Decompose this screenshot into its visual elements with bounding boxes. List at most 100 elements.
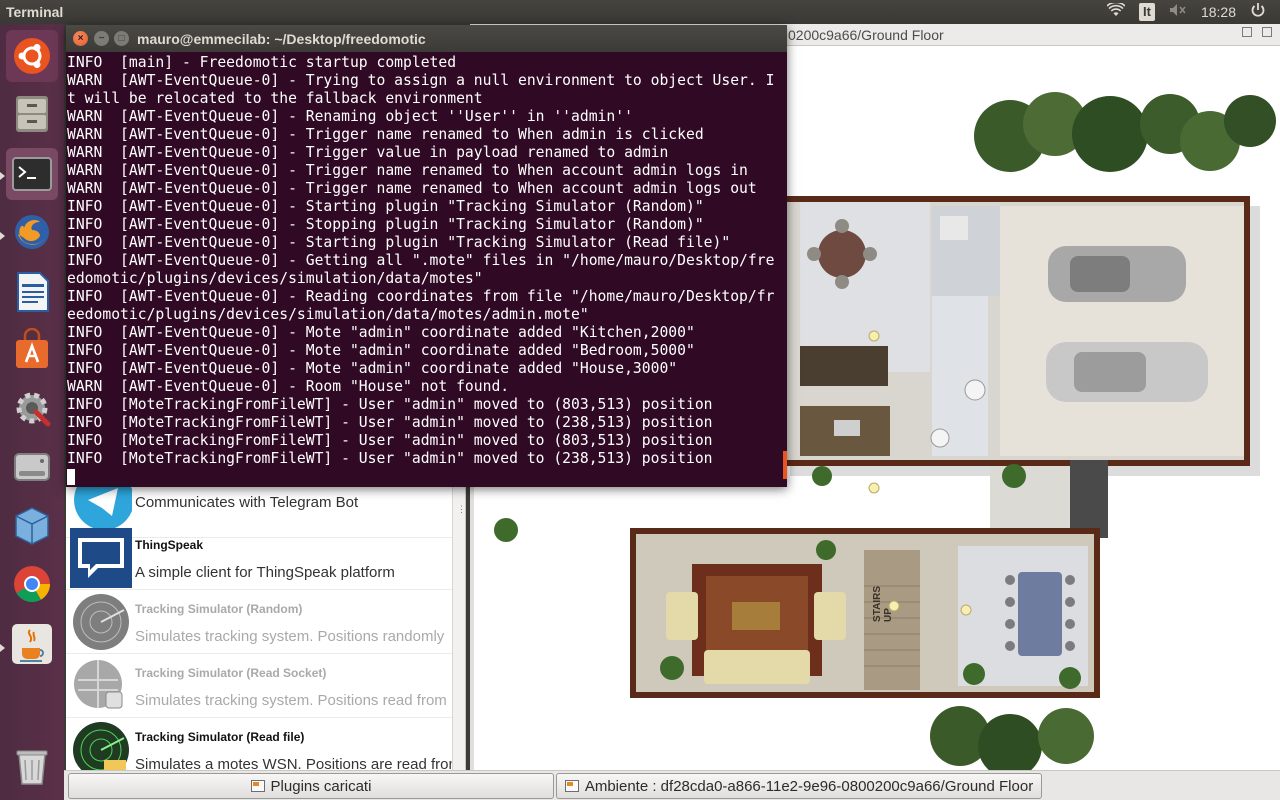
launcher-terminal-button[interactable]	[6, 148, 58, 200]
minimize-button[interactable]: −	[94, 31, 109, 46]
terminal-line: WARN [AWT-EventQueue-0] - Trigger name r…	[67, 126, 704, 143]
firefox-icon	[15, 215, 49, 249]
active-app-title: Terminal	[6, 4, 64, 20]
plugin-row-tracking-random[interactable]: Tracking Simulator (Random) Simulates tr…	[66, 590, 452, 654]
launcher-virtualbox-button[interactable]	[6, 500, 58, 552]
java-cup-icon	[12, 624, 52, 664]
terminal-line: WARN [AWT-EventQueue-0] - Trigger value …	[67, 144, 669, 161]
environment-label: Ambiente : df28cda0-a866-11e2-9e96-08002…	[584, 777, 1034, 795]
trees-bottom	[930, 706, 1094, 778]
terminal-line: WARN [AWT-EventQueue-0] - Room "House" n…	[67, 378, 510, 395]
running-indicator	[0, 232, 5, 240]
terminal-line: INFO [AWT-EventQueue-0] - Mote "admin" c…	[67, 360, 678, 377]
gear-wrench-icon	[16, 392, 51, 427]
text-cursor	[67, 469, 75, 485]
environment-window-title: 0200c9a66/Ground Floor	[788, 27, 944, 43]
terminal-line: INFO [AWT-EventQueue-0] - Starting plugi…	[67, 234, 731, 251]
thingspeak-icon	[70, 528, 132, 588]
terminal-line: INFO [MoteTrackingFromFileWT] - User "ad…	[67, 396, 713, 413]
file-cabinet-icon	[16, 96, 48, 132]
terminal-line: INFO [AWT-EventQueue-0] - Getting all ".…	[67, 252, 775, 269]
terminal-line: WARN [AWT-EventQueue-0] - Trying to assi…	[67, 72, 775, 89]
terminal-line: edomotic/plugins/devices/simulation/data…	[67, 270, 483, 287]
globe-plug-icon	[70, 656, 132, 716]
terminal-line: INFO [main] - Freedomotic startup comple…	[67, 54, 457, 71]
running-indicator	[0, 644, 5, 652]
terminal-output[interactable]: INFO [main] - Freedomotic startup comple…	[66, 54, 787, 486]
launcher-firefox-button[interactable]	[6, 206, 58, 258]
plugin-description: Simulates tracking system. Positions ran…	[135, 628, 445, 645]
running-indicator	[0, 172, 5, 180]
plugin-row-tracking-socket[interactable]: Tracking Simulator (Read Socket) Simulat…	[66, 654, 452, 718]
maximize-button[interactable]	[1262, 27, 1272, 37]
terminal-line: WARN [AWT-EventQueue-0] - Trigger name r…	[67, 180, 757, 197]
wifi-icon[interactable]	[1106, 1, 1126, 21]
terminal-prompt-line[interactable]	[67, 468, 787, 486]
chrome-icon	[14, 566, 51, 603]
terminal-line: INFO [AWT-EventQueue-0] - Stopping plugi…	[67, 216, 704, 233]
radar-icon	[70, 592, 132, 652]
maximize-button[interactable]: □	[114, 31, 129, 46]
hard-disk-icon	[14, 453, 50, 481]
plugin-name: Tracking Simulator (Read Socket)	[135, 666, 327, 680]
terminal-line: eedomotic/plugins/devices/simulation/dat…	[67, 306, 589, 323]
terminal-titlebar[interactable]: × − □ mauro@emmecilab: ~/Desktop/freedom…	[66, 25, 787, 52]
plugin-description: A simple client for ThingSpeak platform	[135, 564, 395, 581]
terminal-line: INFO [AWT-EventQueue-0] - Reading coordi…	[67, 288, 775, 305]
environment-button[interactable]: Ambiente : df28cda0-a866-11e2-9e96-08002…	[556, 773, 1042, 799]
terminal-line: t will be relocated to the fallback envi…	[67, 90, 483, 107]
plugin-description: Simulates tracking system. Positions rea…	[135, 692, 447, 709]
keyboard-layout-indicator[interactable]: It	[1139, 3, 1155, 21]
scrollbar-grip[interactable]: ⋮	[457, 504, 465, 520]
launcher-files-button[interactable]	[6, 88, 58, 140]
window-controls	[1242, 27, 1272, 37]
terminal-scroll-indicator	[783, 451, 787, 479]
clock[interactable]: 18:28	[1201, 4, 1236, 20]
terminal-line: INFO [MoteTrackingFromFileWT] - User "ad…	[67, 450, 713, 467]
terminal-line: INFO [MoteTrackingFromFileWT] - User "ad…	[67, 414, 713, 431]
plugin-description: Simulates a motes WSN. Positions are rea…	[135, 756, 461, 770]
indicator-area: It 18:28	[1106, 0, 1280, 24]
top-panel: Terminal It 18:28	[0, 0, 1280, 24]
launcher-java-button[interactable]	[6, 618, 58, 670]
ubuntu-logo-icon	[14, 38, 50, 74]
plugin-name: Tracking Simulator (Random)	[135, 602, 303, 616]
terminal-line: WARN [AWT-EventQueue-0] - Renaming objec…	[67, 108, 633, 125]
terminal-line: INFO [AWT-EventQueue-0] - Starting plugi…	[67, 198, 704, 215]
window-frame-icon	[564, 780, 579, 792]
document-writer-icon	[17, 272, 49, 312]
plugin-name: ThingSpeak	[135, 538, 204, 552]
virtualbox-cube-icon	[15, 507, 49, 545]
launcher-disks-button[interactable]	[6, 440, 58, 492]
launcher-software-center-button[interactable]	[6, 324, 58, 376]
launcher-trash-button[interactable]	[6, 740, 58, 792]
plugins-scrollbar[interactable]: ⋮	[452, 480, 465, 770]
power-icon[interactable]	[1250, 2, 1266, 22]
launcher-chrome-button[interactable]	[6, 558, 58, 610]
terminal-line: WARN [AWT-EventQueue-0] - Trigger name r…	[67, 162, 748, 179]
plugin-row-thingspeak[interactable]: ThingSpeak A simple client for ThingSpea…	[66, 526, 452, 590]
volume-muted-icon[interactable]	[1169, 3, 1187, 21]
launcher-writer-button[interactable]	[6, 266, 58, 318]
terminal-title: mauro@emmecilab: ~/Desktop/freedomotic	[137, 31, 426, 47]
restore-button[interactable]	[1242, 27, 1252, 37]
plugins-list-window: Communicates with Telegram Bot ThingSpea…	[66, 480, 466, 770]
shopping-bag-icon	[16, 328, 48, 368]
trash-icon	[16, 750, 48, 785]
window-frame-icon	[250, 780, 265, 792]
plugin-description: Communicates with Telegram Bot	[135, 494, 359, 511]
trees-top	[974, 92, 1276, 172]
terminal-line: INFO [AWT-EventQueue-0] - Mote "admin" c…	[67, 324, 695, 341]
launcher-dash-button[interactable]	[6, 30, 58, 82]
plugin-row-tracking-file[interactable]: Tracking Simulator (Read file) Simulates…	[66, 718, 461, 770]
launcher	[0, 24, 64, 800]
terminal-icon	[12, 157, 52, 191]
terminal-window[interactable]: × − □ mauro@emmecilab: ~/Desktop/freedom…	[66, 25, 787, 487]
close-button[interactable]: ×	[73, 31, 88, 46]
plugins-loaded-label: Plugins caricati	[270, 777, 372, 795]
plugin-name: Tracking Simulator (Read file)	[135, 730, 305, 744]
terminal-line: INFO [MoteTrackingFromFileWT] - User "ad…	[67, 432, 713, 449]
plugins-loaded-button[interactable]: Plugins caricati	[68, 773, 554, 799]
java-taskbar: Plugins caricati Ambiente : df28cda0-a86…	[64, 770, 1280, 800]
launcher-settings-button[interactable]	[6, 382, 58, 434]
